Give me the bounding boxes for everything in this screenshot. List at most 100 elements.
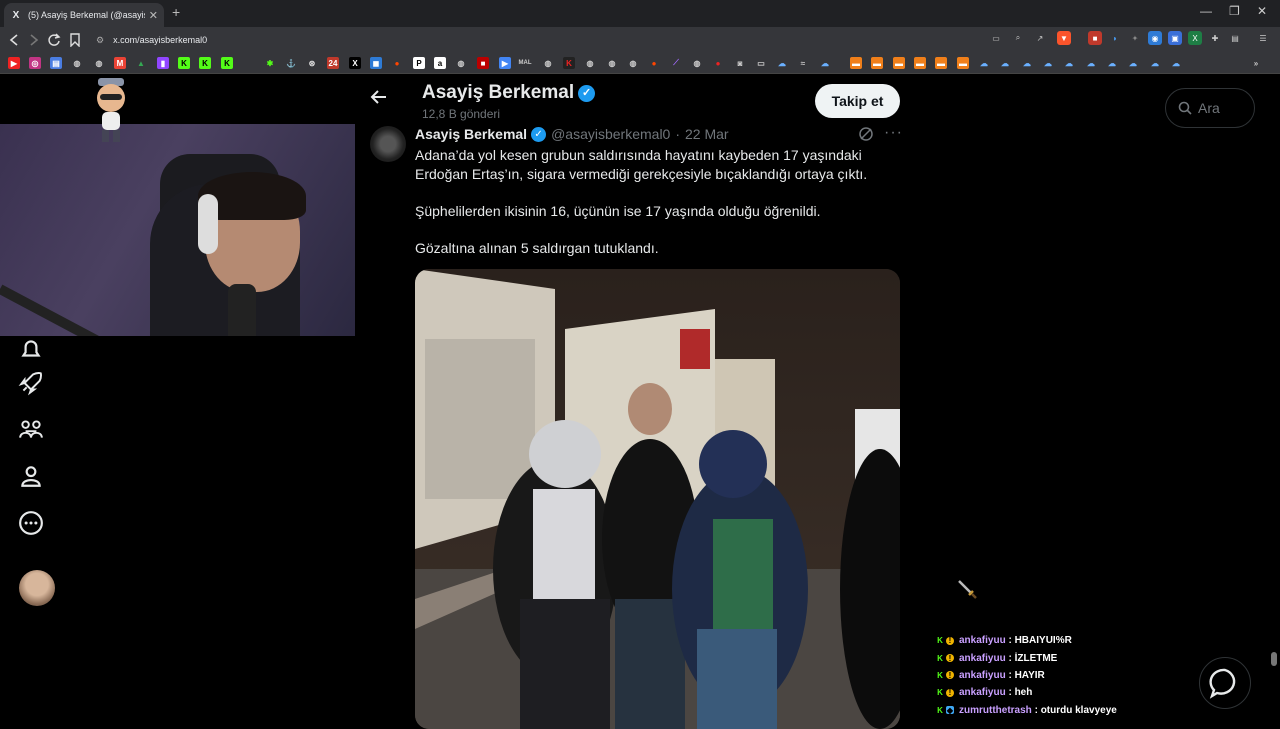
- bookmark-globe-icon[interactable]: ◍: [691, 57, 703, 69]
- grok-icon[interactable]: [858, 126, 874, 142]
- extension-icon[interactable]: ✦: [1128, 31, 1142, 45]
- bookmark-globe-icon[interactable]: ◍: [93, 57, 105, 69]
- bookmark-steam-icon[interactable]: ☁: [999, 57, 1011, 69]
- back-arrow-icon[interactable]: [370, 88, 388, 106]
- bookmark-icon[interactable]: ▬: [957, 57, 969, 69]
- bookmark-icon[interactable]: ▤: [50, 57, 62, 69]
- bookmark-gmail-icon[interactable]: M: [114, 57, 126, 69]
- bookmark-icon[interactable]: ▬: [850, 57, 862, 69]
- bookmark-icon[interactable]: ⟋: [670, 57, 682, 69]
- maximize-button[interactable]: ❐: [1229, 4, 1240, 18]
- close-tab-icon[interactable]: ✕: [149, 9, 158, 22]
- extension-icon[interactable]: ◗: [1108, 31, 1122, 45]
- bookmark-icon[interactable]: ▬: [935, 57, 947, 69]
- sidebar-toggle-icon[interactable]: ▤: [1228, 31, 1242, 45]
- forward-icon[interactable]: [29, 34, 39, 46]
- bookmark-icon[interactable]: K: [563, 57, 575, 69]
- scrollbar-thumb[interactable]: [1271, 652, 1277, 666]
- bookmark-reddit-icon[interactable]: ●: [648, 57, 660, 69]
- extension-icon[interactable]: X: [1188, 31, 1202, 45]
- cast-icon[interactable]: ▭: [989, 31, 1003, 45]
- search-box[interactable]: Ara: [1165, 88, 1255, 128]
- profile-icon[interactable]: [18, 463, 44, 489]
- bookmark-steam-icon[interactable]: ☁: [1170, 57, 1182, 69]
- bookmark-globe-icon[interactable]: ◍: [71, 57, 83, 69]
- more-circle-icon[interactable]: [18, 510, 44, 536]
- bookmark-x-icon[interactable]: X: [349, 57, 361, 69]
- account-avatar[interactable]: [19, 570, 55, 606]
- bookmark-icon[interactable]: ●: [712, 57, 724, 69]
- bookmark-icon[interactable]: [69, 33, 81, 47]
- bookmark-steam-icon[interactable]: ☁: [1085, 57, 1097, 69]
- tweet-date[interactable]: 22 Mar: [685, 126, 729, 142]
- bookmark-icon[interactable]: ◙: [734, 57, 746, 69]
- bookmark-globe-icon[interactable]: ◍: [627, 57, 639, 69]
- bookmark-amazon-icon[interactable]: a: [434, 57, 446, 69]
- back-icon[interactable]: [9, 34, 19, 46]
- extension-icon[interactable]: ■: [1088, 31, 1102, 45]
- bookmark-icon[interactable]: ≈: [797, 57, 809, 69]
- brave-shield-icon[interactable]: ▼: [1057, 31, 1071, 45]
- bookmark-kick-icon[interactable]: K: [199, 57, 211, 69]
- bookmark-instagram-icon[interactable]: ◎: [29, 57, 41, 69]
- bookmark-icon[interactable]: ▬: [871, 57, 883, 69]
- extension-icon[interactable]: ▣: [1168, 31, 1182, 45]
- bookmark-icon[interactable]: ▬: [893, 57, 905, 69]
- close-window-button[interactable]: ✕: [1257, 4, 1267, 18]
- bookmark-icon[interactable]: ▬: [914, 57, 926, 69]
- site-info-icon[interactable]: ⚙: [96, 35, 104, 46]
- more-options-icon[interactable]: ···: [884, 124, 903, 142]
- notifications-icon[interactable]: [18, 336, 44, 362]
- bookmark-icon[interactable]: P: [413, 57, 425, 69]
- bookmark-steam-icon[interactable]: ☁: [1063, 57, 1075, 69]
- reload-icon[interactable]: [47, 33, 61, 47]
- browser-tab-active[interactable]: X (5) Asayiş Berkemal (@asayisberkemal0)…: [4, 3, 164, 27]
- more-bookmarks-icon[interactable]: »: [1250, 57, 1262, 69]
- share-icon[interactable]: ↗: [1033, 31, 1047, 45]
- bookmark-globe-icon[interactable]: ◍: [455, 57, 467, 69]
- tweet-avatar[interactable]: [370, 126, 406, 162]
- communities-icon[interactable]: [18, 416, 44, 442]
- tweet-media-photo[interactable]: [415, 269, 900, 729]
- new-tab-button[interactable]: +: [172, 4, 180, 20]
- bookmark-globe-icon[interactable]: ◍: [606, 57, 618, 69]
- bookmark-steam-icon[interactable]: ☁: [1127, 57, 1139, 69]
- bookmark-kick-icon[interactable]: K: [221, 57, 233, 69]
- bookmark-reddit-icon[interactable]: ●: [391, 57, 403, 69]
- kick-badge-icon: K: [937, 653, 943, 663]
- tweet[interactable]: Asayiş Berkemal ✓ @asayisberkemal0 · 22 …: [362, 124, 908, 729]
- bookmark-icon[interactable]: ■: [477, 57, 489, 69]
- menu-icon[interactable]: ☰: [1256, 31, 1270, 45]
- bookmark-steam-icon[interactable]: ☁: [819, 57, 831, 69]
- bookmark-folder-icon[interactable]: ▭: [755, 57, 767, 69]
- tweet-display-name[interactable]: Asayiş Berkemal: [415, 126, 527, 142]
- zoom-icon[interactable]: ⌕: [1011, 31, 1025, 45]
- bookmark-steam-icon[interactable]: ☁: [1106, 57, 1118, 69]
- bookmark-globe-icon[interactable]: ◍: [542, 57, 554, 69]
- bookmark-icon[interactable]: MAL: [519, 57, 532, 69]
- bookmark-steam-icon[interactable]: ☁: [1021, 57, 1033, 69]
- address-bar[interactable]: ⚙ x.com/asayisberkemal0: [92, 30, 982, 50]
- minimize-button[interactable]: —: [1200, 4, 1212, 18]
- extensions-puzzle-icon[interactable]: ✚: [1208, 31, 1222, 45]
- bookmark-twitch-icon[interactable]: ▮: [157, 57, 169, 69]
- bookmark-steam-icon[interactable]: ☁: [1042, 57, 1054, 69]
- bookmark-icon[interactable]: ◼: [370, 57, 382, 69]
- rocket-icon[interactable]: [18, 370, 44, 396]
- bookmark-anchor-icon[interactable]: ⚓: [285, 57, 297, 69]
- bookmark-icon[interactable]: ⊛: [306, 57, 318, 69]
- bookmark-steam-icon[interactable]: ☁: [978, 57, 990, 69]
- follow-button[interactable]: Takip et: [815, 84, 900, 118]
- extension-icon[interactable]: ◉: [1148, 31, 1162, 45]
- messages-button[interactable]: [1199, 657, 1251, 709]
- bookmark-icon[interactable]: ✱: [264, 57, 276, 69]
- bookmark-kick-icon[interactable]: K: [178, 57, 190, 69]
- bookmark-icon[interactable]: ▶: [499, 57, 511, 69]
- bookmark-icon[interactable]: 24: [327, 57, 339, 69]
- bookmark-steam-icon[interactable]: ☁: [1149, 57, 1161, 69]
- bookmark-steam-icon[interactable]: ☁: [776, 57, 788, 69]
- bookmark-globe-icon[interactable]: ◍: [584, 57, 596, 69]
- bookmark-drive-icon[interactable]: ▲: [135, 57, 147, 69]
- bookmark-youtube-icon[interactable]: ▶: [8, 57, 20, 69]
- tweet-handle[interactable]: @asayisberkemal0: [551, 126, 670, 142]
